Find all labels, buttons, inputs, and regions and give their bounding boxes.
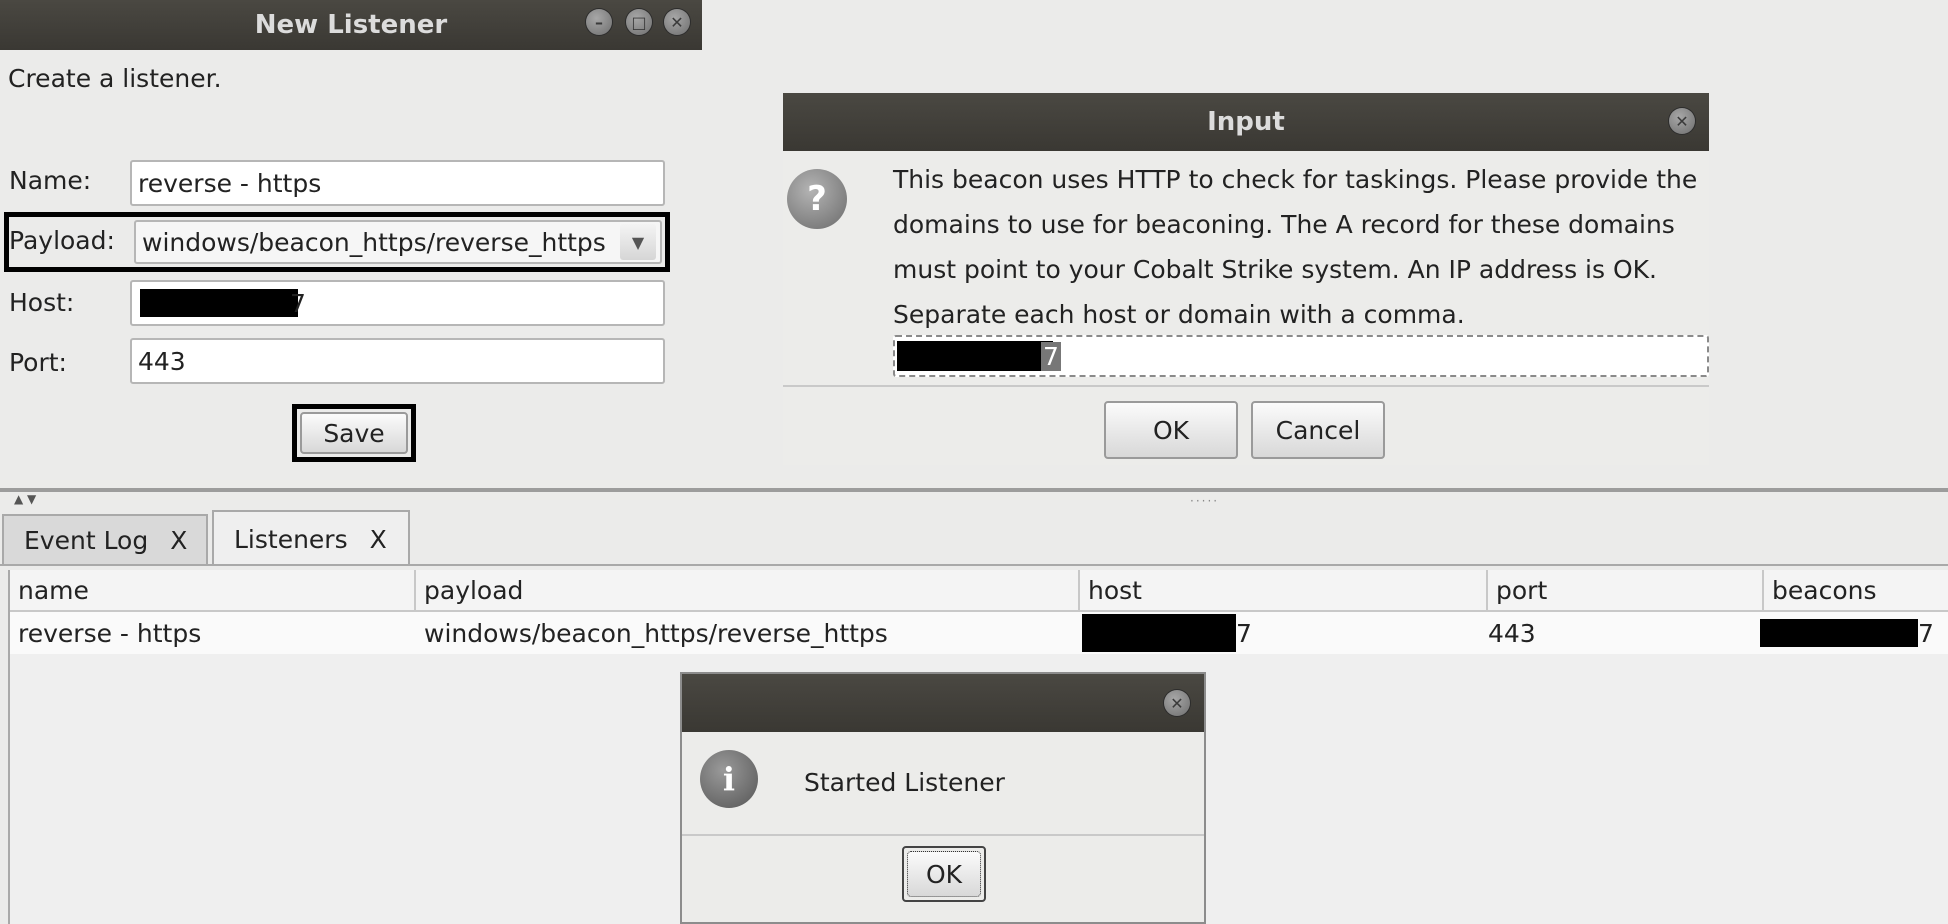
table-header: name payload host port beacons [10,570,1948,612]
maximize-icon[interactable]: □ [626,9,652,35]
window-title: New Listener [254,10,448,40]
divider [783,385,1709,387]
splitter-grip[interactable]: ····· [1190,494,1219,508]
intro-text: Create a listener. [8,64,222,93]
tab-close-icon[interactable]: X [170,526,187,555]
close-icon[interactable]: ✕ [1669,108,1695,134]
port-label: Port: [9,348,67,377]
tab-label: Listeners [234,524,348,554]
message-line: This beacon uses HTTP to check for taski… [893,165,1698,194]
column-header-beacons[interactable]: beacons [1764,570,1948,610]
split-divider[interactable] [0,488,1948,492]
redacted-host [1082,614,1236,652]
column-header-name[interactable]: name [10,570,416,610]
table-row[interactable]: reverse - https windows/beacon_https/rev… [10,612,1948,654]
info-dialog: ✕ i Started Listener OK [680,672,1206,924]
cell-payload: windows/beacon_https/reverse_https [424,618,888,648]
host-label: Host: [9,288,75,317]
payload-label: Payload: [9,226,115,255]
ok-button[interactable]: OK [907,851,981,897]
domain-value-suffix: 7 [1041,341,1061,371]
host-field[interactable]: 7 [130,280,665,326]
ok-button[interactable]: OK [1104,401,1238,459]
info-dialog-titlebar[interactable]: ✕ [682,674,1204,732]
input-dialog-titlebar[interactable]: Input ✕ [783,93,1709,151]
new-listener-titlebar[interactable]: New Listener – □ ✕ [0,0,702,50]
dialog-title: Input [1207,107,1285,137]
splitter-arrows[interactable]: ▲ ▼ [14,492,36,506]
cell-port: 443 [1488,618,1536,648]
question-icon: ? [787,169,847,229]
tab-strip-line [0,564,1948,566]
cell-host: 7 [1082,612,1252,654]
new-listener-window: New Listener – □ ✕ Create a listener. Na… [0,0,702,470]
cell-name: reverse - https [18,618,202,648]
dialog-message: This beacon uses HTTP to check for taski… [893,157,1709,337]
cell-beacons: 7 [1760,612,1934,654]
close-icon[interactable]: ✕ [664,9,690,35]
host-value-suffix: 7 [290,288,306,318]
beacons-suffix: 7 [1918,618,1934,648]
domains-input[interactable]: 7 [893,335,1709,377]
port-field[interactable]: 443 [130,338,665,384]
divider [682,834,1204,836]
tab-listeners[interactable]: Listeners X [212,510,410,566]
redacted-host [140,289,298,317]
host-suffix: 7 [1236,618,1252,648]
name-field[interactable]: reverse - https [130,160,665,206]
column-header-host[interactable]: host [1080,570,1488,610]
minimize-icon[interactable]: – [586,9,612,35]
tab-close-icon[interactable]: X [370,525,387,554]
column-header-payload[interactable]: payload [416,570,1080,610]
tab-label: Event Log [24,525,149,555]
message-line: domains to use for beaconing. The A reco… [893,210,1675,239]
redacted-domain [897,341,1053,371]
message-line: Separate each host or domain with a comm… [893,300,1465,329]
column-header-port[interactable]: port [1488,570,1764,610]
payload-select[interactable]: windows/beacon_https/reverse_https ▼ [134,220,662,264]
info-message: Started Listener [804,768,1005,797]
payload-select-value: windows/beacon_https/reverse_https [142,227,606,257]
cancel-button[interactable]: Cancel [1251,401,1385,459]
save-button[interactable]: Save [300,412,408,454]
name-label: Name: [9,166,92,195]
chevron-down-icon[interactable]: ▼ [620,224,656,260]
redacted-beacons [1760,619,1918,647]
close-icon[interactable]: ✕ [1164,690,1190,716]
input-dialog: Input ✕ ? This beacon uses HTTP to check… [783,93,1709,465]
info-icon: i [700,750,758,808]
message-line: must point to your Cobalt Strike system.… [893,255,1657,284]
tab-event-log[interactable]: Event Log X [2,514,208,564]
